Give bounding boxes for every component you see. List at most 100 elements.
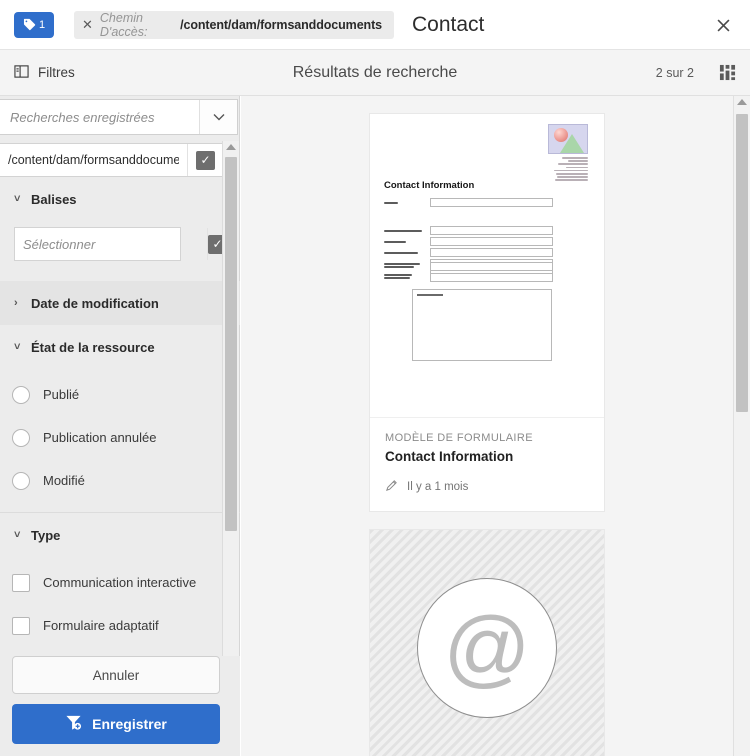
form-field-input (430, 226, 553, 235)
logo-triangle-shape (560, 134, 584, 153)
form-field-input (430, 273, 553, 282)
radio-icon[interactable] (12, 428, 30, 447)
content-scrollbar-thumb[interactable] (736, 114, 748, 412)
scroll-up-arrow-icon[interactable] (737, 99, 747, 105)
funnel-add-icon (65, 714, 82, 734)
section-body-type: Communication interactive Formulaire ada… (0, 557, 240, 657)
results-card-list: Contact Information MODÈLE DE FORMULAIRE… (241, 96, 733, 756)
filter-section-etat-ressource: ˅ État de la ressource Publié Publicatio… (0, 325, 240, 513)
option-label: Formulaire adaptatif (43, 618, 159, 633)
check-icon: ✓ (196, 150, 215, 170)
section-label: État de la ressource (31, 339, 155, 355)
form-field-input (430, 248, 553, 257)
saved-searches-input[interactable] (0, 100, 199, 134)
sidebar-scrollbar-thumb[interactable] (225, 157, 237, 531)
cancel-button[interactable]: Annuler (12, 656, 220, 694)
form-field-label (384, 201, 430, 204)
radio-option-modifie[interactable]: Modifié (0, 459, 240, 502)
card-thumbnail-form-preview[interactable]: Contact Information (370, 114, 604, 418)
filter-section-type: ˅ Type Communication interactive Formula… (0, 513, 240, 657)
form-field-input (430, 237, 553, 246)
save-button-label: Enregistrer (92, 716, 167, 732)
card-type-label: MODÈLE DE FORMULAIRE (385, 432, 533, 444)
saved-searches-field[interactable] (0, 99, 238, 135)
chip-close-icon[interactable]: ✕ (82, 18, 93, 31)
logo-image (548, 124, 588, 154)
filters-panel-icon (14, 64, 29, 82)
section-label: Date de modification (31, 295, 159, 311)
section-body-etat-ressource: Publié Publication annulée Modifié (0, 369, 240, 512)
section-header-etat-ressource[interactable]: ˅ État de la ressource (0, 325, 240, 369)
form-field-row (384, 273, 553, 282)
radio-option-publie[interactable]: Publié (0, 373, 240, 416)
chip-label: Chemin D'accès: (99, 10, 148, 39)
path-filter-field[interactable]: ✓ (0, 143, 224, 177)
option-label: Publié (43, 387, 80, 402)
card-thumbnail-at-placeholder[interactable]: @ (370, 530, 604, 756)
card-metadata: MODÈLE DE FORMULAIRE Contact Information… (370, 418, 604, 511)
checkbox-option-communication-interactive[interactable]: Communication interactive (0, 561, 240, 604)
form-field-group-date (384, 198, 553, 209)
form-preview-document: Contact Information (370, 114, 604, 417)
form-field-input (430, 198, 553, 207)
results-toolbar: Filtres Résultats de recherche 2 sur 2 (0, 50, 750, 96)
filters-label: Filtres (38, 65, 75, 80)
document-logo (548, 124, 588, 181)
option-label: Communication interactive (43, 575, 197, 590)
form-comments-label (417, 294, 443, 296)
radio-option-publication-annulee[interactable]: Publication annulée (0, 416, 240, 459)
logo-address-lines (548, 157, 588, 181)
results-count: 2 sur 2 (655, 65, 694, 80)
form-field-label (384, 229, 430, 232)
form-comments-box (412, 289, 552, 361)
card-modified-label: Il y a 1 mois (407, 481, 469, 493)
filters-toggle-button[interactable]: Filtres (14, 64, 75, 82)
section-header-type[interactable]: ˅ Type (0, 513, 240, 557)
form-field-input (430, 262, 553, 271)
section-label: Type (31, 527, 61, 543)
page-title: Contact (412, 12, 485, 36)
form-field-row (384, 262, 553, 271)
content-scrollbar[interactable] (733, 96, 750, 756)
filter-section-date-modification: › Date de modification (0, 281, 240, 325)
path-input[interactable] (0, 144, 187, 176)
option-label: Modifié (43, 473, 85, 488)
tag-count-badge[interactable]: 1 (14, 11, 54, 38)
result-card[interactable]: Contact Information MODÈLE DE FORMULAIRE… (369, 113, 605, 512)
checkbox-icon[interactable] (12, 573, 30, 592)
chevron-down-icon: ˅ (14, 341, 21, 353)
radio-icon[interactable] (12, 385, 30, 404)
form-field-row (384, 226, 553, 235)
filter-section-balises: ˅ Balises ✓ (0, 177, 240, 281)
sidebar-actions: Annuler Enregistrer (0, 656, 240, 756)
chevron-right-icon: › (14, 297, 18, 309)
section-header-balises[interactable]: ˅ Balises (0, 177, 240, 221)
form-field-row (384, 198, 553, 207)
results-heading: Résultats de recherche (292, 63, 458, 81)
path-filter-chip[interactable]: ✕ Chemin D'accès: /content/dam/formsandd… (74, 10, 394, 39)
path-confirm-button[interactable]: ✓ (187, 144, 223, 176)
form-field-row (384, 248, 553, 257)
save-button[interactable]: Enregistrer (12, 704, 220, 744)
filters-scroll-area: ✓ ˅ Balises ✓ (0, 135, 240, 658)
chip-value: /content/dam/formsanddocuments (180, 17, 382, 32)
checkbox-icon[interactable] (12, 616, 30, 635)
card-title: Contact Information (385, 449, 514, 464)
grid-view-icon[interactable] (719, 64, 736, 81)
scroll-up-arrow-icon[interactable] (226, 144, 236, 150)
tags-select-field[interactable]: ✓ (14, 227, 227, 261)
tags-select-input[interactable] (15, 228, 207, 260)
form-field-group-phone (384, 262, 553, 284)
close-icon[interactable] (712, 14, 734, 36)
form-field-row (384, 237, 553, 246)
radio-icon[interactable] (12, 471, 30, 490)
at-icon: @ (443, 600, 531, 696)
chevron-down-icon[interactable] (199, 100, 237, 134)
tag-count-label: 1 (38, 18, 46, 31)
option-label: Publication annulée (43, 430, 157, 445)
checkbox-option-formulaire-adaptatif[interactable]: Formulaire adaptatif (0, 604, 240, 647)
result-card[interactable]: @ (369, 529, 605, 756)
section-body-balises: ✓ (0, 221, 240, 281)
section-header-date-modification[interactable]: › Date de modification (0, 281, 240, 325)
header-bar: 1 ✕ Chemin D'accès: /content/dam/formsan… (0, 0, 750, 50)
